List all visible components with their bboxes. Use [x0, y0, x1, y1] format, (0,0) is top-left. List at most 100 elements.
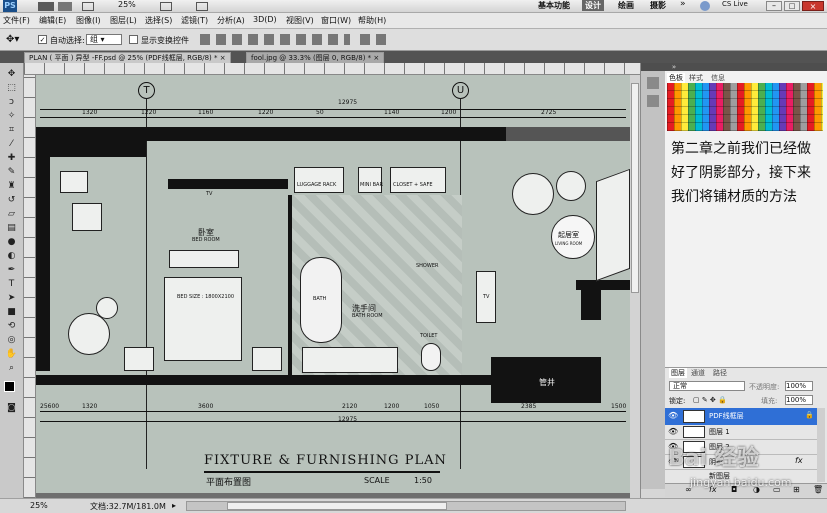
- blend-mode-dropdown[interactable]: 正常: [669, 381, 745, 391]
- minimize-button[interactable]: –: [766, 1, 782, 11]
- canvas-floor-plan[interactable]: T U 12975 1320 1220 1160 1220 50 1140 12…: [36, 75, 630, 493]
- status-menu-icon[interactable]: ▸: [172, 501, 176, 510]
- scrollbar-thumb[interactable]: [631, 83, 639, 293]
- more-workspaces-icon[interactable]: »: [680, 0, 686, 9]
- auto-select-dropdown[interactable]: 组 ▾: [86, 34, 122, 45]
- menu-analysis[interactable]: 分析(A): [217, 15, 245, 26]
- maximize-button[interactable]: □: [784, 1, 800, 11]
- menu-filter[interactable]: 滤镜(T): [181, 15, 208, 26]
- move-tool-icon[interactable]: ✥: [4, 69, 19, 80]
- close-window-button[interactable]: ×: [802, 1, 824, 11]
- marquee-tool-icon[interactable]: ⬚: [4, 83, 19, 94]
- type-tool-icon[interactable]: T: [4, 279, 19, 290]
- new-layer-icon[interactable]: ⊞: [793, 485, 800, 494]
- arrange-icon[interactable]: [160, 2, 172, 11]
- closet-label: CLOSET + SAFE: [393, 182, 433, 188]
- workspace-photography[interactable]: 摄影: [650, 0, 666, 11]
- nightstand-right: [252, 347, 282, 371]
- close-tab-icon[interactable]: ×: [220, 54, 226, 62]
- blur-tool-icon[interactable]: ●: [4, 237, 19, 248]
- vertical-scrollbar[interactable]: [630, 75, 640, 498]
- screen-mode-icon[interactable]: [196, 2, 208, 11]
- zoom-level[interactable]: 25%: [118, 0, 136, 9]
- 3d-orbit-tool-icon[interactable]: ◎: [4, 335, 19, 346]
- show-transform-checkbox[interactable]: [129, 35, 138, 44]
- move-tool-icon[interactable]: ✥▾: [6, 34, 19, 45]
- nightstand-left: [124, 347, 154, 371]
- layer-row[interactable]: 👁 图层 1: [665, 425, 817, 440]
- 3d-rotate-tool-icon[interactable]: ⟲: [4, 321, 19, 332]
- fill-input[interactable]: 100%: [785, 395, 813, 405]
- auto-select-checkbox[interactable]: ✓: [38, 35, 47, 44]
- scale-label: SCALE: [364, 476, 390, 485]
- history-icon[interactable]: [647, 77, 659, 89]
- workspace-design[interactable]: 设计: [582, 0, 604, 11]
- dim-top-8: 2725: [541, 109, 557, 116]
- search-icon[interactable]: [700, 1, 710, 11]
- dodge-tool-icon[interactable]: ◐: [4, 251, 19, 262]
- brush-tool-icon[interactable]: ✎: [4, 167, 19, 178]
- mini-bridge-icon[interactable]: [58, 2, 72, 11]
- menu-view[interactable]: 视图(V): [286, 15, 314, 26]
- quick-mask-icon[interactable]: ◙: [4, 403, 19, 414]
- dimension-line-bottom-2: [40, 421, 626, 422]
- menu-3d[interactable]: 3D(D): [253, 15, 277, 24]
- eyedropper-tool-icon[interactable]: ⁄: [4, 139, 19, 150]
- tab-channels[interactable]: 通道: [691, 368, 705, 378]
- bridge-icon[interactable]: [38, 2, 54, 11]
- foreground-color-swatch[interactable]: [4, 381, 15, 392]
- scrollbar-thumb[interactable]: [227, 502, 447, 510]
- cs-live[interactable]: CS Live: [722, 0, 748, 8]
- vanity: [302, 347, 398, 373]
- dim-side-left: 25600: [40, 403, 60, 410]
- magic-wand-tool-icon[interactable]: ✧: [4, 111, 19, 122]
- wall-top-left-block: [36, 141, 146, 157]
- history-brush-tool-icon[interactable]: ↺: [4, 195, 19, 206]
- status-zoom[interactable]: 25%: [30, 501, 48, 510]
- tab-layers[interactable]: 图层: [669, 368, 687, 378]
- menu-file[interactable]: 文件(F): [3, 15, 30, 26]
- drawing-title: FIXTURE & FURNISHING PLAN: [204, 453, 447, 468]
- lock-icons[interactable]: ▢ ✎ ✥ 🔒: [693, 396, 727, 404]
- menu-edit[interactable]: 编辑(E): [39, 15, 66, 26]
- close-tab-icon[interactable]: ×: [373, 54, 379, 62]
- distribute-buttons-group[interactable]: [360, 34, 390, 45]
- eye-icon[interactable]: 👁: [668, 427, 678, 436]
- shape-tool-icon[interactable]: ■: [4, 307, 19, 318]
- workspace-painting[interactable]: 绘画: [618, 0, 634, 11]
- menu-help[interactable]: 帮助(H): [358, 15, 386, 26]
- tab-info[interactable]: 信息: [711, 73, 725, 83]
- clone-stamp-tool-icon[interactable]: ♜: [4, 181, 19, 192]
- layers-scrollbar[interactable]: [817, 408, 825, 482]
- tab-styles[interactable]: 样式: [689, 73, 703, 83]
- path-selection-tool-icon[interactable]: ➤: [4, 293, 19, 304]
- align-buttons-group[interactable]: [200, 34, 350, 45]
- hand-tool-icon[interactable]: ✋: [4, 349, 19, 360]
- menu-window[interactable]: 窗口(W): [321, 15, 351, 26]
- tab-paths[interactable]: 路径: [713, 368, 727, 378]
- horizontal-scrollbar[interactable]: [186, 501, 626, 511]
- collapse-panels-icon[interactable]: »: [667, 63, 681, 71]
- dim-bottom-total: 12975: [338, 416, 358, 423]
- minibar: MINI BAR: [358, 167, 383, 193]
- layer-row[interactable]: 👁 PDF线框层 🔒: [665, 408, 817, 425]
- trash-icon[interactable]: 🗑: [813, 485, 823, 494]
- dimension-line-top: [40, 109, 626, 110]
- gradient-tool-icon[interactable]: ▤: [4, 223, 19, 234]
- menu-select[interactable]: 选择(S): [145, 15, 172, 26]
- opacity-input[interactable]: 100%: [785, 381, 813, 391]
- workspace-essentials[interactable]: 基本功能: [538, 0, 570, 11]
- fx-icon[interactable]: fx: [795, 456, 803, 465]
- eraser-tool-icon[interactable]: ▱: [4, 209, 19, 220]
- healing-brush-tool-icon[interactable]: ✚: [4, 153, 19, 164]
- tab-swatches[interactable]: 色板: [667, 73, 685, 83]
- eye-icon[interactable]: 👁: [668, 411, 678, 420]
- pen-tool-icon[interactable]: ✒: [4, 265, 19, 276]
- menu-layer[interactable]: 图层(L): [110, 15, 137, 26]
- guides-icon[interactable]: [82, 2, 94, 11]
- actions-icon[interactable]: [647, 95, 659, 107]
- lasso-tool-icon[interactable]: ↄ: [4, 97, 19, 108]
- menu-image[interactable]: 图像(I): [76, 15, 101, 26]
- zoom-tool-icon[interactable]: ⌕: [4, 363, 19, 374]
- crop-tool-icon[interactable]: ⌗: [4, 125, 19, 136]
